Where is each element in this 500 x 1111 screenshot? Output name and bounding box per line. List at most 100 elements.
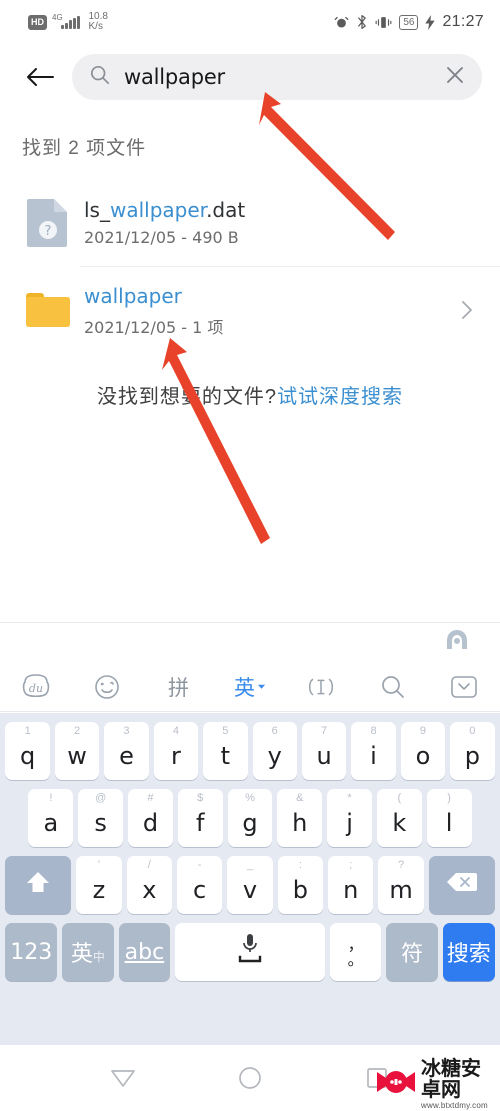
key-o[interactable]: 9o — [400, 722, 446, 780]
key-label: t — [220, 741, 230, 770]
signal-icon: 4G — [52, 12, 80, 29]
folder-result-row[interactable]: wallpaper 2021/12/05 - 1 项 — [0, 266, 500, 354]
numeric-mode-key[interactable]: 123 — [5, 923, 58, 981]
network-type-label: 4G — [52, 12, 63, 22]
key-x[interactable]: / x — [126, 856, 172, 914]
search-icon[interactable] — [370, 667, 416, 707]
key-hint: ? — [398, 859, 405, 871]
key-s[interactable]: @ s — [78, 789, 124, 847]
enter-search-key[interactable]: 搜索 — [442, 923, 495, 981]
back-button[interactable] — [18, 55, 62, 99]
key-i[interactable]: 8i — [351, 722, 396, 780]
collapse-keyboard-icon[interactable] — [441, 667, 487, 707]
search-bar: wallpaper — [0, 46, 500, 108]
key-d[interactable]: # d — [128, 789, 173, 847]
backspace-key[interactable] — [428, 856, 495, 914]
folder-meta: 2021/12/05 - 1 项 — [84, 317, 224, 337]
key-n[interactable]: ; n — [328, 856, 374, 914]
space-key[interactable] — [175, 923, 325, 981]
symbols-key[interactable]: 符 — [386, 923, 438, 981]
key-label: n — [343, 875, 359, 904]
status-bar: HD 4G 10.8 K/s 56 21:27 — [0, 0, 500, 44]
deep-search-question: 没找到想要的文件? — [96, 386, 278, 408]
key-e[interactable]: 3e — [104, 722, 149, 780]
key-hint: 4 — [172, 725, 179, 737]
key-hint: & — [296, 792, 304, 804]
key-label: f — [195, 808, 205, 837]
baidu-logo-icon[interactable]: du — [13, 667, 59, 707]
watermark-url: www.btxtdmy.com — [421, 1101, 488, 1110]
key-t[interactable]: 5t — [203, 722, 248, 780]
key-c[interactable]: -c — [176, 856, 223, 914]
key-h[interactable]: & h — [277, 789, 323, 847]
emoji-icon[interactable] — [84, 667, 130, 707]
key-hint: 3 — [123, 725, 130, 737]
key-label: ， 。 — [347, 935, 364, 969]
file-result-row[interactable]: ? ls_wallpaper.dat 2021/12/05 - 490 B — [0, 178, 500, 266]
deep-search-link[interactable]: 试试深度搜索 — [277, 386, 403, 408]
key-hint: - — [197, 859, 202, 871]
bluetooth-icon — [356, 14, 368, 30]
key-hint: 2 — [74, 725, 81, 737]
key-z[interactable]: ' z — [76, 856, 122, 914]
key-y[interactable]: 6y — [252, 722, 297, 780]
key-label: w — [67, 741, 87, 770]
key-g[interactable]: % g — [227, 789, 273, 847]
punctuation-key[interactable]: ， 。 — [329, 923, 382, 981]
search-input[interactable]: wallpaper — [72, 54, 482, 100]
backspace-icon — [446, 871, 477, 899]
abc-mode-key[interactable]: abc — [118, 923, 171, 981]
search-query-text: wallpaper — [124, 65, 225, 89]
battery-icon: 56 — [399, 14, 419, 30]
key-b[interactable]: :b — [277, 856, 324, 914]
status-bar-left: HD 4G 10.8 K/s — [28, 12, 108, 32]
key-hint: $ — [197, 792, 204, 804]
key-m[interactable]: ? m — [378, 856, 424, 914]
language-switch-key[interactable]: 英中 — [62, 923, 114, 981]
key-hint: ! — [49, 792, 53, 804]
cursor-move-icon[interactable] — [298, 667, 344, 707]
keyboard-row-2: ! a @ s # d $ f % g & h * j (k ) l — [3, 789, 497, 847]
network-speed-unit: K/s — [88, 21, 103, 32]
key-label: abc — [124, 939, 165, 965]
key-p[interactable]: 0p — [450, 722, 495, 780]
pinyin-label: 拼 — [168, 676, 190, 700]
shift-key[interactable] — [5, 856, 72, 914]
key-w[interactable]: 2w — [54, 722, 100, 780]
key-label: i — [370, 741, 377, 770]
key-label: l — [445, 808, 453, 837]
account-icon[interactable] — [444, 627, 470, 658]
key-hint: 1 — [24, 725, 31, 737]
watermark-site-name: 冰糖安卓网 — [421, 1056, 481, 1101]
key-v[interactable]: _ v — [227, 856, 273, 914]
key-l[interactable]: ) l — [426, 789, 472, 847]
keyboard-row-3: ' z / x -c _ v :b ; n ? m — [3, 856, 497, 914]
key-hint: @ — [95, 792, 107, 804]
key-label: 符 — [401, 942, 424, 967]
key-r[interactable]: 4r — [153, 722, 199, 780]
candidate-strip[interactable] — [0, 622, 500, 662]
key-a[interactable]: ! a — [28, 789, 74, 847]
key-label: p — [464, 741, 480, 770]
key-u[interactable]: 7u — [301, 722, 347, 780]
key-hint: : — [298, 859, 302, 871]
key-j[interactable]: * j — [327, 789, 372, 847]
nav-back-button[interactable] — [93, 1058, 153, 1098]
status-bar-right: 56 21:27 — [334, 13, 484, 31]
key-hint: # — [147, 792, 154, 804]
pinyin-mode-button[interactable]: 拼 — [156, 667, 202, 707]
key-label: o — [415, 741, 431, 770]
key-q[interactable]: 1q — [5, 722, 50, 780]
clear-icon[interactable] — [444, 64, 466, 91]
key-label: v — [242, 875, 258, 904]
english-mode-button[interactable]: 英 — [227, 667, 273, 707]
key-k[interactable]: (k — [376, 789, 422, 847]
network-speed: 10.8 K/s — [89, 12, 108, 32]
key-hint: ; — [349, 859, 353, 871]
key-label: z — [92, 875, 106, 904]
key-label: m — [389, 875, 413, 904]
alarm-icon — [334, 15, 349, 30]
chevron-right-icon[interactable] — [452, 298, 482, 322]
key-f[interactable]: $ f — [177, 789, 223, 847]
nav-home-button[interactable] — [220, 1058, 280, 1098]
